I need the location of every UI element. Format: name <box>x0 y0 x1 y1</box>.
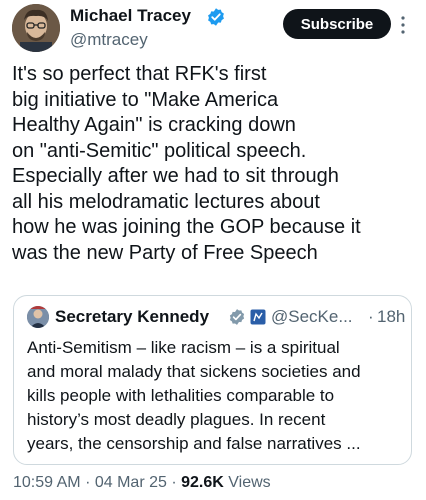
quoted-line: kills people with lethalities comparable… <box>27 386 335 405</box>
separator: · <box>171 474 177 491</box>
post-date[interactable]: 04 Mar 25 <box>95 474 167 491</box>
views-count: 92.6K <box>181 474 224 491</box>
tweet-line: how he was joining the GOP because it <box>12 216 361 238</box>
verified-badge-icon <box>208 8 224 26</box>
post-time[interactable]: 10:59 AM <box>13 474 81 491</box>
quoted-timestamp[interactable]: 18h <box>377 307 405 327</box>
tweet-line: big initiative to "Make America <box>12 88 279 111</box>
author-avatar[interactable] <box>12 4 60 52</box>
tweet-line: on "anti-Semitic" political speech. <box>12 139 307 162</box>
subscribe-button[interactable]: Subscribe <box>283 9 391 39</box>
separator: · <box>85 474 91 491</box>
avatar-image <box>12 4 60 52</box>
tweet-text: It's so perfect that RFK's first big ini… <box>12 62 416 266</box>
tweet-line: It's so perfect that RFK's first <box>12 63 267 85</box>
quoted-line: years, the censorship and false narrativ… <box>27 434 361 453</box>
quoted-tweet[interactable]: Secretary Kennedy @SecKe... · 18h Anti-S… <box>13 295 412 465</box>
tweet-line: was the new Party of Free Speech <box>12 241 318 264</box>
tweet-line: all his melodramatic lectures about <box>12 190 320 213</box>
more-options-icon[interactable] <box>398 14 408 36</box>
quoted-line: and moral malady that sickens societies … <box>27 362 361 381</box>
quoted-author-handle[interactable]: @SecKe... <box>271 307 353 327</box>
government-verified-badge-icon <box>229 309 245 325</box>
author-name[interactable]: Michael Tracey <box>70 6 191 26</box>
government-affiliation-icon <box>250 309 266 325</box>
tweet-meta: 10:59 AM · 04 Mar 25 · 92.6K Views <box>13 474 271 492</box>
quoted-avatar-image <box>27 306 49 328</box>
separator: · <box>368 307 374 326</box>
quoted-line: history’s most deadly plagues. In recent <box>27 410 326 429</box>
views-label: Views <box>228 474 271 491</box>
author-handle[interactable]: @mtracey <box>70 30 148 50</box>
quoted-author-avatar[interactable] <box>27 306 49 328</box>
quoted-author-name[interactable]: Secretary Kennedy <box>55 307 209 327</box>
quoted-tweet-text: Anti-Semitism – like racism – is a spiri… <box>27 336 405 456</box>
quoted-line: Anti-Semitism – like racism – is a spiri… <box>27 338 340 357</box>
tweet-line: Especially after we had to sit through <box>12 165 339 187</box>
tweet-line: Healthy Again" is cracking down <box>12 114 296 136</box>
